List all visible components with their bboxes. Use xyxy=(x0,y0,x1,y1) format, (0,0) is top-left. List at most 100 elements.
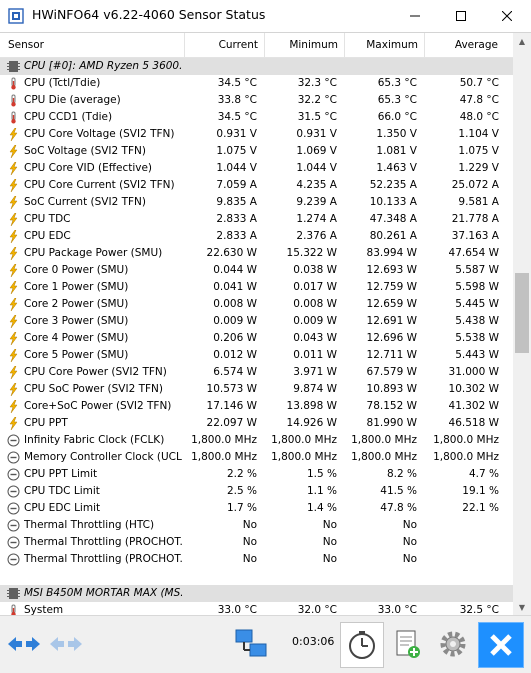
column-minimum[interactable]: Minimum xyxy=(266,33,338,57)
sensor-row[interactable]: CPU EDC 2.833 A 2.376 A 80.261 A 37.163 A xyxy=(0,228,513,245)
sensor-row[interactable]: Thermal Throttling (PROCHOT... No No No xyxy=(0,534,513,551)
column-maximum[interactable]: Maximum xyxy=(346,33,418,57)
sensor-row[interactable]: SoC Voltage (SVI2 TFN) 1.075 V 1.069 V 1.08… xyxy=(0,143,513,160)
column-header: Sensor Current Minimum Maximum Average xyxy=(0,33,513,58)
column-divider[interactable] xyxy=(184,33,185,57)
network-button[interactable] xyxy=(228,622,274,666)
minimum-value: No xyxy=(322,536,337,548)
vertical-scrollbar[interactable]: ▲ ▼ xyxy=(513,33,531,616)
sensor-row[interactable]: Core 4 Power (SMU) 0.206 W 0.043 W 12.696 W… xyxy=(0,330,513,347)
minimum-value: 0.008 W xyxy=(293,298,337,310)
sensor-row[interactable]: CPU (Tctl/Tdie) 34.5 °C 32.3 °C 65.3 °C 50.7… xyxy=(0,75,513,92)
sensor-row[interactable]: Thermal Throttling (HTC) No No No xyxy=(0,517,513,534)
average-value: 5.443 W xyxy=(455,349,499,361)
close-icon xyxy=(502,11,512,21)
add-log-document-icon xyxy=(396,630,420,658)
sensor-row[interactable]: CPU SoC Power (SVI2 TFN) 10.573 W 9.874 W 1… xyxy=(0,381,513,398)
scrollbar-thumb[interactable] xyxy=(515,273,529,353)
sensor-row[interactable]: SoC Current (SVI2 TFN) 9.835 A 9.239 A 10.1… xyxy=(0,194,513,211)
current-value: 33.8 °C xyxy=(217,94,257,106)
current-value: 0.044 W xyxy=(213,264,257,276)
sensor-row[interactable]: Thermal Throttling (PROCHOT... No No No xyxy=(0,551,513,568)
sensor-row[interactable]: Core 1 Power (SMU) 0.041 W 0.017 W 12.759 W… xyxy=(0,279,513,296)
logging-button[interactable] xyxy=(386,622,428,666)
sensor-status-window: HWiNFO64 v6.22-4060 Sensor Status Sensor… xyxy=(0,0,531,673)
minimum-value: 1,800.0 MHz xyxy=(271,434,337,446)
close-window-button[interactable] xyxy=(484,0,530,32)
chip-icon xyxy=(7,588,20,599)
column-divider[interactable] xyxy=(424,33,425,57)
hwinfo-app-icon xyxy=(8,8,24,24)
column-average[interactable]: Average xyxy=(426,33,498,57)
sensor-name: CPU PPT Limit xyxy=(24,468,98,480)
sensor-row[interactable]: CPU Package Power (SMU) 22.630 W 15.322 W 8… xyxy=(0,245,513,262)
lightning-icon xyxy=(9,179,18,192)
minimum-value: 1.044 V xyxy=(296,162,337,174)
sensor-row[interactable]: CPU TDC Limit 2.5 % 1.1 % 41.5 % 19.1 % xyxy=(0,483,513,500)
sensor-row[interactable]: Infinity Fabric Clock (FCLK) 1,800.0 MHz 1… xyxy=(0,432,513,449)
sensor-list[interactable]: CPU [#0]: AMD Ryzen 5 3600... CPU (Tctl/T… xyxy=(0,58,513,616)
sensor-row[interactable]: CPU CCD1 (Tdie) 34.5 °C 31.5 °C 66.0 °C 48.0… xyxy=(0,109,513,126)
settings-button[interactable] xyxy=(432,622,474,666)
minimize-button[interactable] xyxy=(392,0,438,32)
lightning-icon xyxy=(9,196,18,209)
sensor-group-header[interactable]: MSI B450M MORTAR MAX (MS... xyxy=(0,585,513,602)
sensor-row[interactable]: Core+SoC Power (SVI2 TFN) 17.146 W 13.898 … xyxy=(0,398,513,415)
sensor-row[interactable]: Core 5 Power (SMU) 0.012 W 0.011 W 12.711 W… xyxy=(0,347,513,364)
sensor-row[interactable]: Core 3 Power (SMU) 0.009 W 0.009 W 12.691 W… xyxy=(0,313,513,330)
sensor-row[interactable]: CPU Core Voltage (SVI2 TFN) 0.931 V 0.931 … xyxy=(0,126,513,143)
sensor-row[interactable]: Memory Controller Clock (UCLK) 1,800.0 MH… xyxy=(0,449,513,466)
sensor-row[interactable]: System 33.0 °C 32.0 °C 33.0 °C 32.5 °C xyxy=(0,602,513,616)
column-divider[interactable] xyxy=(264,33,265,57)
sensor-row[interactable]: CPU TDC 2.833 A 1.274 A 47.348 A 21.778 A xyxy=(0,211,513,228)
minimum-value: 15.322 W xyxy=(286,247,337,259)
average-value xyxy=(419,551,499,568)
navigate-disabled-button[interactable] xyxy=(46,622,86,666)
sensor-name: Core 4 Power (SMU) xyxy=(24,332,129,344)
sensor-row[interactable]: CPU Core Current (SVI2 TFN) 7.059 A 4.235 … xyxy=(0,177,513,194)
average-value: 47.8 °C xyxy=(459,94,499,106)
current-value: 0.008 W xyxy=(213,298,257,310)
column-sensor[interactable]: Sensor xyxy=(8,33,44,57)
current-value: 0.931 V xyxy=(216,128,257,140)
sensor-row[interactable]: CPU PPT Limit 2.2 % 1.5 % 8.2 % 4.7 % xyxy=(0,466,513,483)
current-value: 1.7 % xyxy=(226,502,257,514)
maximum-value: 47.348 A xyxy=(369,213,417,225)
sensor-name: Thermal Throttling (PROCHOT... xyxy=(24,553,182,565)
clock-icon xyxy=(349,631,375,659)
current-value: 10.573 W xyxy=(206,383,257,395)
maximum-value: 1,800.0 MHz xyxy=(351,451,417,463)
sensor-row[interactable]: Core 2 Power (SMU) 0.008 W 0.008 W 12.659 W… xyxy=(0,296,513,313)
scroll-up-arrow-icon[interactable]: ▲ xyxy=(513,33,531,50)
current-value: No xyxy=(242,536,257,548)
title-bar[interactable]: HWiNFO64 v6.22-4060 Sensor Status xyxy=(0,0,531,32)
sensor-row[interactable]: CPU EDC Limit 1.7 % 1.4 % 47.8 % 22.1 % xyxy=(0,500,513,517)
maximum-value: 12.711 W xyxy=(366,349,417,361)
minimum-value: 0.011 W xyxy=(293,349,337,361)
reset-timer-button[interactable] xyxy=(340,622,384,668)
maximize-button[interactable] xyxy=(438,0,484,32)
sensor-row[interactable]: Core 0 Power (SMU) 0.044 W 0.038 W 12.693 W… xyxy=(0,262,513,279)
minimum-value: 32.0 °C xyxy=(297,604,337,616)
close-sensors-button[interactable] xyxy=(478,622,524,668)
sensor-name: SoC Current (SVI2 TFN) xyxy=(24,196,146,208)
average-value: 1,800.0 MHz xyxy=(433,451,499,463)
sensor-row[interactable]: CPU Die (average) 33.8 °C 32.2 °C 65.3 °C 47… xyxy=(0,92,513,109)
scroll-down-arrow-icon[interactable]: ▼ xyxy=(513,599,531,616)
sensor-row[interactable]: CPU Core Power (SVI2 TFN) 6.574 W 3.971 W 6… xyxy=(0,364,513,381)
current-value: 9.835 A xyxy=(216,196,257,208)
sensor-row[interactable]: CPU PPT 22.097 W 14.926 W 81.990 W 46.518 W xyxy=(0,415,513,432)
sensor-group-name: MSI B450M MORTAR MAX (MS... xyxy=(24,587,182,599)
sensor-name: Thermal Throttling (PROCHOT... xyxy=(24,536,182,548)
minimum-value: 9.239 A xyxy=(296,196,337,208)
navigate-left-right-button[interactable] xyxy=(4,622,44,666)
column-current[interactable]: Current xyxy=(186,33,258,57)
minimum-value: 31.5 °C xyxy=(297,111,337,123)
sensor-group-header[interactable]: CPU [#0]: AMD Ryzen 5 3600... xyxy=(0,58,513,75)
average-value: 1,800.0 MHz xyxy=(433,434,499,446)
column-divider[interactable] xyxy=(344,33,345,57)
clock-icon xyxy=(7,434,20,447)
maximum-value: 52.235 A xyxy=(369,179,417,191)
double-arrow-disabled-icon xyxy=(50,637,82,651)
sensor-row[interactable]: CPU Core VID (Effective) 1.044 V 1.044 V 1.… xyxy=(0,160,513,177)
